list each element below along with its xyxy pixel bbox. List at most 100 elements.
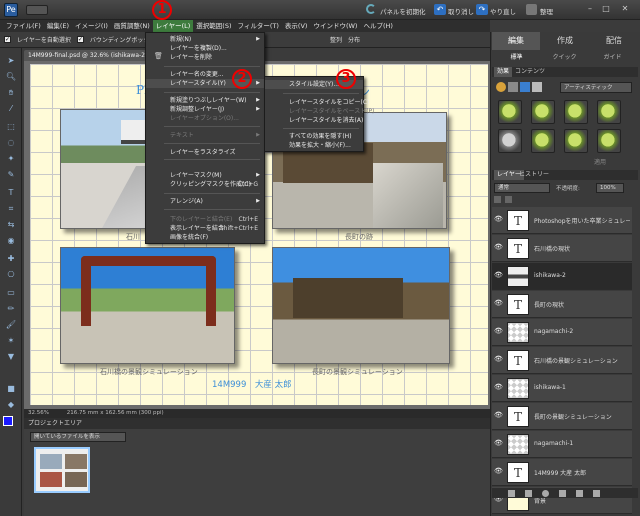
undo-label[interactable]: 取り消し	[448, 6, 474, 16]
layer-row[interactable]: 👁︎ T 長町の現状	[492, 291, 632, 318]
crop-tool-icon[interactable]: ⌗	[4, 202, 18, 215]
effect-thumb-2[interactable]	[531, 100, 555, 124]
visibility-eye-icon[interactable]: 👁︎	[494, 440, 503, 447]
paint-bucket-tool-icon[interactable]: ▼	[4, 350, 18, 363]
reset-panels-label[interactable]: パネルを初期化	[380, 6, 426, 16]
menu-window[interactable]: ウインドウ(W)	[310, 20, 360, 32]
menu-view[interactable]: 表示(V)	[282, 20, 311, 32]
menu-select[interactable]: 選択範囲(S)	[193, 20, 234, 32]
blend-mode-select[interactable]: 通常	[494, 183, 550, 193]
layer-row[interactable]: 👁︎ T 石川橋の景観シミュレーション	[492, 347, 632, 374]
menu-enhance[interactable]: 画質調整(N)	[111, 20, 153, 32]
redo-icon[interactable]: ↷	[476, 4, 488, 15]
minimize-button[interactable]: –	[584, 4, 596, 15]
hand-tool-icon[interactable]: ✋︎	[4, 86, 18, 99]
layer-row[interactable]: 👁︎ ishikawa-1	[492, 375, 632, 402]
zoom-tool-icon[interactable]: 🔍︎	[4, 70, 18, 83]
eyedropper-tool-icon[interactable]: ⁄	[4, 102, 18, 115]
layer-styles-icon[interactable]	[508, 82, 518, 92]
menu-edit[interactable]: 編集(E)	[44, 20, 72, 32]
layer-row[interactable]: 👁︎ T 長町の景観シミュレーション	[492, 403, 632, 430]
layer-menu-item[interactable]: レイヤーを複製(D)...	[146, 44, 264, 53]
project-thumbnail[interactable]	[34, 447, 90, 493]
style-menu-item[interactable]: レイヤースタイルをコピー(C)	[265, 98, 369, 107]
layer-menu-item[interactable]: 新規調整レイヤー(J) ▶	[146, 105, 264, 114]
style-menu-item[interactable]: すべての効果を隠す(H)	[265, 132, 363, 141]
healing-tool-icon[interactable]: ✚	[4, 252, 18, 265]
menu-layer[interactable]: レイヤー(L)	[152, 20, 194, 32]
layer-row[interactable]: 👁︎ nagamachi-1	[492, 431, 632, 458]
zoom-readout[interactable]: 32.56%	[28, 410, 49, 416]
subtab-full[interactable]: 標準	[494, 52, 539, 64]
tab-effects[interactable]: 効果	[494, 67, 513, 77]
effect-thumb-7[interactable]	[564, 129, 588, 153]
effect-thumb-3[interactable]	[564, 100, 588, 124]
photo-effects-icon[interactable]	[520, 82, 530, 92]
marquee-tool-icon[interactable]: ⬚	[4, 120, 18, 133]
layer-menu-item[interactable]: 新規塗りつぶしレイヤー(W) ▶	[146, 96, 264, 105]
bounding-checkbox[interactable]: ✓	[76, 36, 84, 43]
tab-content[interactable]: コンテンツ	[512, 67, 548, 77]
gradient-tool-icon[interactable]	[4, 366, 18, 379]
visibility-eye-icon[interactable]: 👁︎	[494, 216, 503, 223]
eraser-tool-icon[interactable]: ▭	[4, 286, 18, 299]
distribute-label[interactable]: 分布	[348, 35, 360, 44]
layer-row[interactable]: 👁︎ ishikawa-2	[492, 263, 632, 290]
undo-icon[interactable]: ↶	[434, 4, 446, 15]
adjustment-layer-icon[interactable]	[542, 489, 549, 497]
smart-brush-tool-icon[interactable]: ✶	[4, 334, 18, 347]
organize-icon[interactable]	[526, 4, 537, 15]
quick-select-tool-icon[interactable]: ✎	[4, 168, 18, 181]
auto-select-checkbox[interactable]: ✓	[4, 36, 11, 43]
project-bin-select[interactable]: 開いているファイルを表示	[30, 432, 126, 442]
style-menu-item[interactable]: 効果を拡大・縮小(F)...	[265, 141, 363, 150]
style-menu-item[interactable]: レイヤースタイルを消去(A)	[265, 116, 363, 125]
layer-row[interactable]: 👁︎ nagamachi-2	[492, 319, 632, 346]
menu-image[interactable]: イメージ(I)	[72, 20, 111, 32]
menu-help[interactable]: ヘルプ(H)	[360, 20, 395, 32]
maximize-button[interactable]: □	[600, 4, 612, 15]
subtab-guided[interactable]: ガイド	[590, 52, 635, 64]
layer-menu-item[interactable]: 表示レイヤーを結合 Shift+Ctrl+E	[146, 224, 264, 233]
clone-stamp-tool-icon[interactable]: ⎔	[4, 268, 18, 281]
visibility-eye-icon[interactable]: 👁︎	[494, 356, 503, 363]
effect-thumb-5[interactable]	[498, 129, 522, 153]
show-all-icon[interactable]	[532, 82, 542, 92]
pencil-tool-icon[interactable]: ✏	[4, 302, 18, 315]
close-button[interactable]: ✕	[618, 4, 632, 15]
layer-menu-item[interactable]: レイヤーをラスタライズ	[146, 148, 264, 157]
foreground-color-swatch[interactable]	[3, 416, 13, 426]
visibility-eye-icon[interactable]: 👁︎	[494, 384, 503, 391]
effects-dropdown[interactable]: アーティスティック	[560, 82, 632, 93]
type-tool-icon[interactable]: T	[4, 186, 18, 199]
filters-icon[interactable]	[496, 82, 506, 92]
shape-tool-icon[interactable]: ■	[4, 382, 18, 395]
layer-menu-item[interactable]: レイヤーを削除	[146, 53, 264, 62]
file-menu-button[interactable]	[26, 5, 48, 15]
lasso-tool-icon[interactable]: ◌	[4, 136, 18, 149]
effect-thumb-4[interactable]	[597, 100, 621, 124]
lock-transparency-icon[interactable]	[494, 196, 501, 203]
layer-menu-item[interactable]: クリッピングマスクを作成(C) Ctrl+G	[146, 180, 264, 189]
arrange-label[interactable]: 整列	[330, 35, 342, 44]
layer-menu-item[interactable]: 画像を統合(F)	[146, 233, 264, 242]
layer-menu-item[interactable]: 新規(N) ▶	[146, 35, 264, 44]
lock-all-icon[interactable]	[505, 196, 512, 203]
photo-nagamachi-simulation[interactable]	[272, 247, 450, 364]
recompose-tool-icon[interactable]: ⇆	[4, 218, 18, 231]
subtab-quick[interactable]: クイック	[542, 52, 587, 64]
lock-icon[interactable]	[576, 489, 583, 497]
visibility-eye-icon[interactable]: 👁︎	[494, 272, 503, 279]
redo-label[interactable]: やり直し	[490, 6, 516, 16]
tab-create[interactable]: 作成	[541, 32, 589, 50]
layer-row[interactable]: 👁︎ T 石川橋の現状	[492, 235, 632, 262]
tab-share[interactable]: 配信	[590, 32, 638, 50]
tab-edit[interactable]: 編集	[492, 32, 540, 50]
visibility-eye-icon[interactable]: 👁︎	[494, 412, 503, 419]
delete-layer-icon[interactable]	[593, 489, 600, 497]
menu-filter[interactable]: フィルター(T)	[235, 20, 282, 32]
visibility-eye-icon[interactable]: 👁︎	[494, 328, 503, 335]
effect-thumb-1[interactable]	[498, 100, 522, 124]
effect-thumb-6[interactable]	[531, 129, 555, 153]
redeye-tool-icon[interactable]: ◉	[4, 234, 18, 247]
